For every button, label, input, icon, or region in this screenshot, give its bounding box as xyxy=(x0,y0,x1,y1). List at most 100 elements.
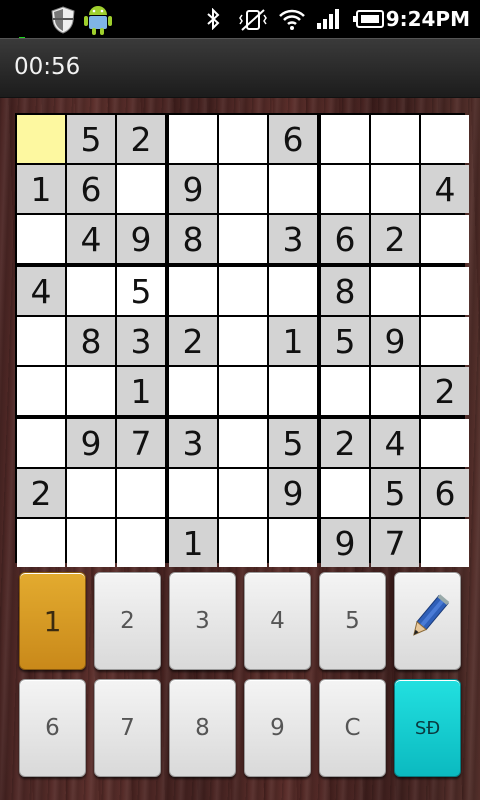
sudoku-cell-r2c1[interactable]: 1 xyxy=(17,165,65,213)
sudoku-cell-r3c4[interactable]: 8 xyxy=(169,215,217,263)
sudoku-cell-r1c1[interactable] xyxy=(17,115,65,163)
sudoku-cell-r7c2[interactable]: 9 xyxy=(67,419,115,467)
sudoku-cell-r1c7[interactable] xyxy=(321,115,369,163)
pencil-icon xyxy=(402,592,454,650)
sudoku-cell-r4c6[interactable] xyxy=(269,267,317,315)
sudoku-cell-r3c2[interactable]: 4 xyxy=(67,215,115,263)
sudoku-cell-r9c7[interactable]: 9 xyxy=(321,519,369,567)
sudoku-cell-r7c1[interactable] xyxy=(17,419,65,467)
sudoku-cell-r2c9[interactable]: 4 xyxy=(421,165,469,213)
sudoku-cell-r9c2[interactable] xyxy=(67,519,115,567)
sudoku-cell-r3c5[interactable] xyxy=(219,215,267,263)
clear-button[interactable]: C xyxy=(319,679,386,777)
sudoku-cell-r6c9[interactable]: 2 xyxy=(421,367,469,415)
sudoku-cell-r3c1[interactable] xyxy=(17,215,65,263)
sudoku-cell-r7c5[interactable] xyxy=(219,419,267,467)
key-9-button[interactable]: 9 xyxy=(244,679,311,777)
android-icon xyxy=(82,2,114,40)
sudoku-cell-r1c6[interactable]: 6 xyxy=(269,115,317,163)
sudoku-cell-r4c5[interactable] xyxy=(219,267,267,315)
sudoku-cell-r2c2[interactable]: 6 xyxy=(67,165,115,213)
sudoku-cell-r8c3[interactable] xyxy=(117,469,165,517)
sudoku-cell-r9c6[interactable] xyxy=(269,519,317,567)
sudoku-cell-r2c6[interactable] xyxy=(269,165,317,213)
key-7-button[interactable]: 7 xyxy=(94,679,161,777)
sudoku-cell-r4c7[interactable]: 8 xyxy=(321,267,369,315)
sudoku-cell-r6c6[interactable] xyxy=(269,367,317,415)
sudoku-cell-r8c6[interactable]: 9 xyxy=(269,469,317,517)
sudoku-cell-r1c8[interactable] xyxy=(371,115,419,163)
sudoku-cell-r5c8[interactable]: 9 xyxy=(371,317,419,365)
sudoku-cell-r3c3[interactable]: 9 xyxy=(117,215,165,263)
sudoku-cell-r6c8[interactable] xyxy=(371,367,419,415)
sudoku-cell-r1c2[interactable]: 5 xyxy=(67,115,115,163)
sudoku-cell-r7c3[interactable]: 7 xyxy=(117,419,165,467)
sudoku-cell-r6c5[interactable] xyxy=(219,367,267,415)
sudoku-cell-r4c1[interactable]: 4 xyxy=(17,267,65,315)
sudoku-cell-r7c6[interactable]: 5 xyxy=(269,419,317,467)
pencil-mode-button[interactable] xyxy=(394,572,461,670)
sudoku-cell-r9c1[interactable] xyxy=(17,519,65,567)
sudoku-cell-r5c3[interactable]: 3 xyxy=(117,317,165,365)
sudoku-cell-r8c1[interactable]: 2 xyxy=(17,469,65,517)
sudoku-cell-r6c3[interactable]: 1 xyxy=(117,367,165,415)
sudoku-cell-r9c8[interactable]: 7 xyxy=(371,519,419,567)
sudoku-cell-r4c8[interactable] xyxy=(371,267,419,315)
key-4-button[interactable]: 4 xyxy=(244,572,311,670)
sudoku-cell-r3c9[interactable] xyxy=(421,215,469,263)
sudoku-cell-r7c8[interactable]: 4 xyxy=(371,419,419,467)
sudoku-cell-r1c5[interactable] xyxy=(219,115,267,163)
sudoku-cell-r2c7[interactable] xyxy=(321,165,369,213)
key-3-button[interactable]: 3 xyxy=(169,572,236,670)
wifi-icon xyxy=(279,8,305,34)
sudoku-cell-r1c3[interactable]: 2 xyxy=(117,115,165,163)
sudoku-cell-r9c4[interactable]: 1 xyxy=(169,519,217,567)
battery-icon xyxy=(353,10,385,32)
key-8-button[interactable]: 8 xyxy=(169,679,236,777)
sudoku-cell-r4c3[interactable]: 5 xyxy=(117,267,165,315)
key-6-button[interactable]: 6 xyxy=(19,679,86,777)
sudoku-cell-r7c4[interactable]: 3 xyxy=(169,419,217,467)
sudoku-cell-r6c1[interactable] xyxy=(17,367,65,415)
sudoku-cell-r5c5[interactable] xyxy=(219,317,267,365)
sudoku-cell-r6c2[interactable] xyxy=(67,367,115,415)
sudoku-cell-r8c7[interactable] xyxy=(321,469,369,517)
sudoku-cell-r5c4[interactable]: 2 xyxy=(169,317,217,365)
sudoku-cell-r9c5[interactable] xyxy=(219,519,267,567)
special-sd-button[interactable]: SĐ xyxy=(394,679,461,777)
key-5-button[interactable]: 5 xyxy=(319,572,386,670)
sudoku-cell-r8c2[interactable] xyxy=(67,469,115,517)
sudoku-cell-r3c8[interactable]: 2 xyxy=(371,215,419,263)
sudoku-cell-r9c3[interactable] xyxy=(117,519,165,567)
sudoku-cell-r7c9[interactable] xyxy=(421,419,469,467)
sudoku-cell-r4c2[interactable] xyxy=(67,267,115,315)
sudoku-cell-r5c1[interactable] xyxy=(17,317,65,365)
sudoku-cell-r5c7[interactable]: 5 xyxy=(321,317,369,365)
sudoku-cell-r2c8[interactable] xyxy=(371,165,419,213)
sudoku-cell-r7c7[interactable]: 2 xyxy=(321,419,369,467)
sudoku-cell-r2c4[interactable]: 9 xyxy=(169,165,217,213)
sudoku-cell-r6c4[interactable] xyxy=(169,367,217,415)
sudoku-cell-r3c6[interactable]: 3 xyxy=(269,215,317,263)
sudoku-cell-r5c6[interactable]: 1 xyxy=(269,317,317,365)
sudoku-cell-r8c4[interactable] xyxy=(169,469,217,517)
sudoku-cell-r1c9[interactable] xyxy=(421,115,469,163)
sudoku-cell-r1c4[interactable] xyxy=(169,115,217,163)
status-bar: 9:24PM xyxy=(0,0,480,41)
sudoku-cell-r8c9[interactable]: 6 xyxy=(421,469,469,517)
bluetooth-icon xyxy=(205,7,221,34)
sudoku-cell-r2c5[interactable] xyxy=(219,165,267,213)
sudoku-cell-r9c9[interactable] xyxy=(421,519,469,567)
sudoku-cell-r5c9[interactable] xyxy=(421,317,469,365)
sudoku-cell-r2c3[interactable] xyxy=(117,165,165,213)
sudoku-cell-r3c7[interactable]: 6 xyxy=(321,215,369,263)
vibrate-mute-icon xyxy=(238,8,268,36)
sudoku-cell-r8c8[interactable]: 5 xyxy=(371,469,419,517)
key-1-button[interactable]: 1 xyxy=(19,572,86,670)
sudoku-cell-r6c7[interactable] xyxy=(321,367,369,415)
sudoku-cell-r5c2[interactable]: 8 xyxy=(67,317,115,365)
key-2-button[interactable]: 2 xyxy=(94,572,161,670)
sudoku-cell-r4c9[interactable] xyxy=(421,267,469,315)
sudoku-cell-r8c5[interactable] xyxy=(219,469,267,517)
sudoku-cell-r4c4[interactable] xyxy=(169,267,217,315)
